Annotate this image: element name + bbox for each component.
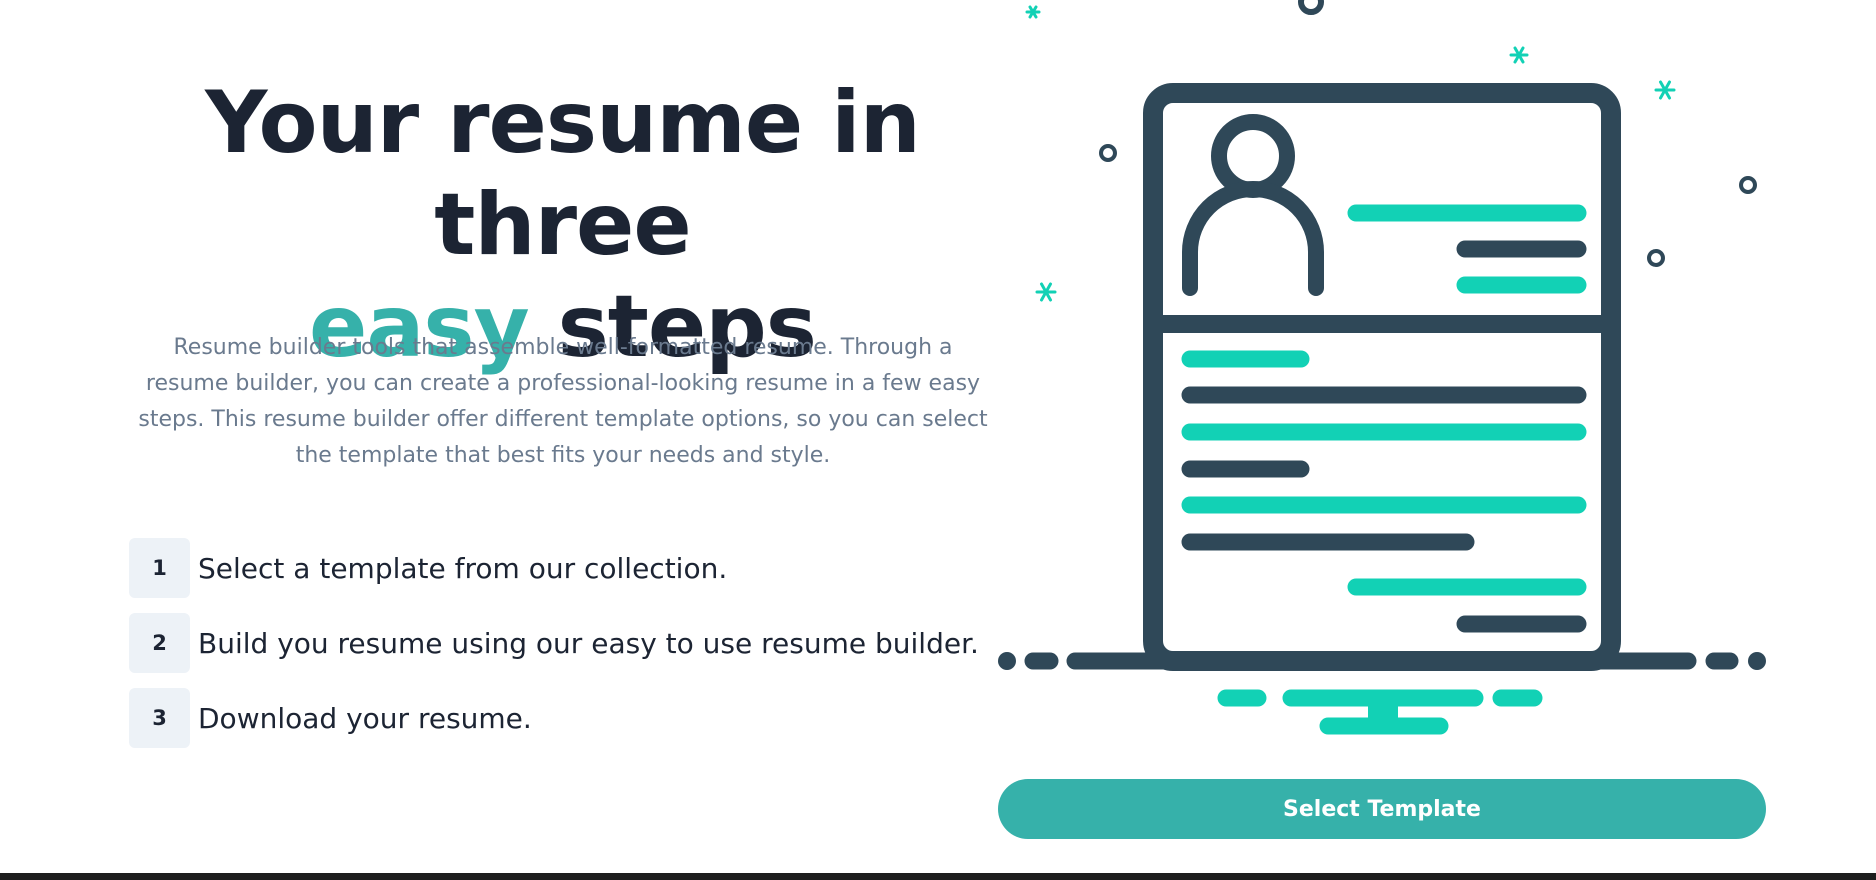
resume-document-illustration-icon <box>998 0 1766 735</box>
select-template-button[interactable]: Select Template <box>998 779 1766 839</box>
step-text: Build you resume using our easy to use r… <box>198 626 979 660</box>
resume-text-lines <box>1181 204 1587 633</box>
step-item-2: 2 Build you resume using our easy to use… <box>129 613 979 673</box>
stand-base <box>1217 689 1543 735</box>
resume-builder-page: Your resume in three easy steps Resume b… <box>0 0 1876 880</box>
step-text: Select a template from our collection. <box>198 551 728 585</box>
step-item-1: 1 Select a template from our collection. <box>129 538 727 598</box>
avatar-icon <box>1182 114 1324 296</box>
bottom-bar <box>0 873 1876 880</box>
title-line-1: Your resume in three <box>205 73 921 275</box>
step-text: Download your resume. <box>198 701 532 735</box>
step-number-badge: 3 <box>129 688 190 748</box>
ground-line <box>998 652 1766 670</box>
step-number-badge: 1 <box>129 538 190 598</box>
step-item-3: 3 Download your resume. <box>129 688 532 748</box>
step-number-badge: 2 <box>129 613 190 673</box>
hero-description: Resume builder tools that assemble well-… <box>138 335 988 468</box>
